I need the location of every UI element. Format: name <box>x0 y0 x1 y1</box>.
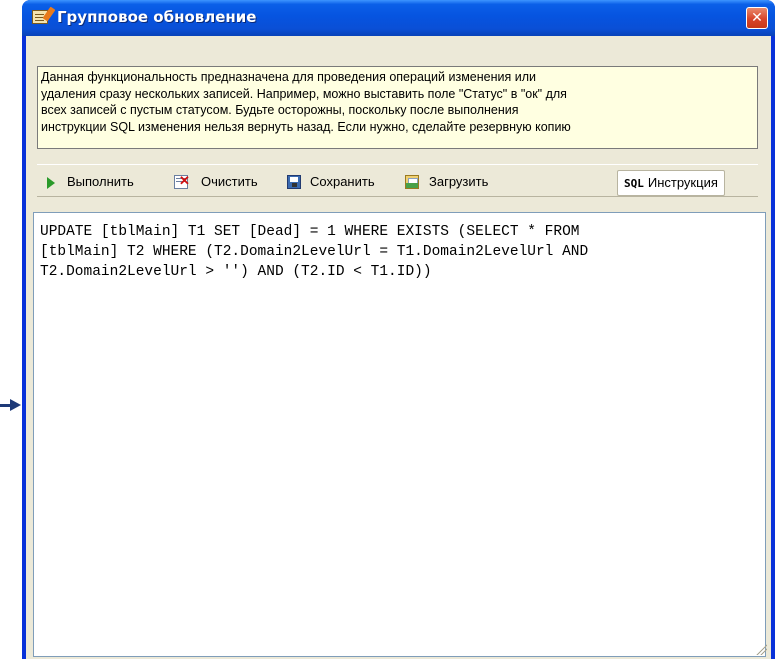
sql-statement-label: Инструкция <box>647 175 718 190</box>
sql-icon: SQL <box>624 177 644 190</box>
resize-grip-icon[interactable] <box>755 643 767 655</box>
load-button[interactable]: Загрузить <box>405 171 501 193</box>
info-line: удаления сразу нескольких записей. Напри… <box>41 86 567 101</box>
toolbar: Выполнить Очистить Сохранить Загрузить S… <box>37 164 758 197</box>
pencil-note-icon <box>32 10 48 24</box>
dialog-client-area: Данная функциональность предназначена дл… <box>26 36 771 659</box>
run-button[interactable]: Выполнить <box>47 171 143 193</box>
group-update-window: Групповое обновление ✕ Данная функционал… <box>22 0 775 659</box>
clear-icon <box>174 174 190 189</box>
info-description-box: Данная функциональность предназначена дл… <box>37 66 758 149</box>
save-icon <box>287 175 301 189</box>
title-bar[interactable]: Групповое обновление ✕ <box>22 0 775 36</box>
save-button[interactable]: Сохранить <box>287 171 385 193</box>
run-label: Выполнить <box>67 174 134 189</box>
info-line: инструкции SQL изменения нельзя вернуть … <box>41 119 571 134</box>
window-title: Групповое обновление <box>57 8 257 26</box>
sql-editor[interactable]: UPDATE [tblMain] T1 SET [Dead] = 1 WHERE… <box>33 212 766 657</box>
load-label: Загрузить <box>429 174 489 189</box>
clear-button[interactable]: Очистить <box>174 171 264 193</box>
info-line: Данная функциональность предназначена дл… <box>41 70 536 84</box>
load-icon <box>405 175 419 189</box>
save-label: Сохранить <box>310 174 375 189</box>
close-button[interactable]: ✕ <box>746 7 768 29</box>
pointer-arrow-icon <box>10 399 21 411</box>
play-icon <box>47 177 55 189</box>
clear-label: Очистить <box>201 174 258 189</box>
sql-statement-tab[interactable]: SQL Инструкция <box>617 170 725 196</box>
info-line: всех записей с пустым статусом. Будьте о… <box>41 103 519 117</box>
